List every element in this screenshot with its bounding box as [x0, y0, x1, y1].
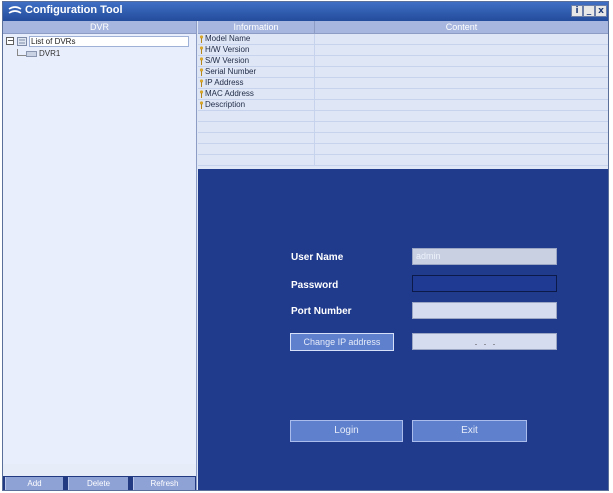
row-label: Model Name	[205, 34, 251, 43]
key-icon	[199, 57, 204, 65]
row-label: IP Address	[205, 78, 244, 87]
dvr-button-bar: Add Delete Refresh	[3, 476, 196, 490]
info-table: Model Name H/W Version S/W Version Seria…	[198, 34, 608, 169]
table-row: S/W Version	[198, 56, 608, 67]
key-icon	[199, 101, 204, 109]
table-row-empty	[198, 122, 608, 133]
table-row-empty	[198, 144, 608, 155]
key-icon	[199, 35, 204, 43]
dvr-panel: DVR − List of DVRs DVR1 Add Delete Refre…	[3, 21, 197, 490]
table-row: Description	[198, 100, 608, 111]
close-icon[interactable]: x	[595, 5, 607, 17]
table-row: IP Address	[198, 78, 608, 89]
table-row: Serial Number	[198, 67, 608, 78]
add-button[interactable]: Add	[5, 477, 63, 490]
table-row: MAC Address	[198, 89, 608, 100]
minimize-icon[interactable]: _	[583, 5, 595, 17]
info-icon[interactable]: i	[571, 5, 583, 17]
title-bar: Configuration Tool i _ x	[3, 2, 608, 21]
table-row-empty	[198, 133, 608, 144]
row-label: Description	[205, 100, 246, 109]
tree-item-label[interactable]: DVR1	[39, 49, 60, 58]
table-row: Model Name	[198, 34, 608, 45]
key-icon	[199, 46, 204, 54]
information-column-header: Information	[198, 21, 315, 33]
table-row-empty	[198, 155, 608, 166]
tree-connector	[17, 49, 26, 56]
username-label: User Name	[291, 252, 344, 263]
port-label: Port Number	[291, 306, 352, 317]
dvr-list-icon	[17, 37, 27, 46]
app-icon	[8, 6, 22, 14]
collapse-icon[interactable]: −	[6, 37, 14, 45]
row-label: Serial Number	[205, 67, 257, 76]
window-title: Configuration Tool	[25, 4, 123, 16]
username-field[interactable]: admin	[412, 248, 557, 265]
dvr-header: DVR	[3, 21, 196, 34]
exit-button[interactable]: Exit	[412, 420, 527, 442]
tree-root-label[interactable]: List of DVRs	[29, 36, 189, 47]
key-icon	[199, 79, 204, 87]
delete-button[interactable]: Delete	[68, 477, 128, 490]
port-number-field[interactable]	[412, 302, 557, 319]
ip-address-field[interactable]: . . .	[412, 333, 557, 350]
refresh-button[interactable]: Refresh	[133, 477, 195, 490]
dvr-icon	[26, 51, 37, 57]
table-row-empty	[198, 111, 608, 122]
table-row: H/W Version	[198, 45, 608, 56]
change-ip-button[interactable]: Change IP address	[290, 333, 394, 351]
right-panel: Information Content Model Name H/W Versi…	[198, 21, 608, 490]
row-label: S/W Version	[205, 56, 250, 65]
dvr-tree: − List of DVRs DVR1	[3, 34, 196, 464]
password-field[interactable]	[412, 275, 557, 292]
info-table-header: Information Content	[198, 21, 608, 34]
key-icon	[199, 68, 204, 76]
row-label: MAC Address	[205, 89, 254, 98]
content-column-header: Content	[445, 22, 478, 32]
login-panel: User Name admin Password Port Number Cha…	[198, 169, 608, 490]
password-label: Password	[291, 280, 339, 291]
key-icon	[199, 90, 204, 98]
configuration-tool-window: Configuration Tool i _ x DVR − List of D…	[2, 1, 609, 491]
login-button[interactable]: Login	[290, 420, 403, 442]
row-label: H/W Version	[205, 45, 250, 54]
